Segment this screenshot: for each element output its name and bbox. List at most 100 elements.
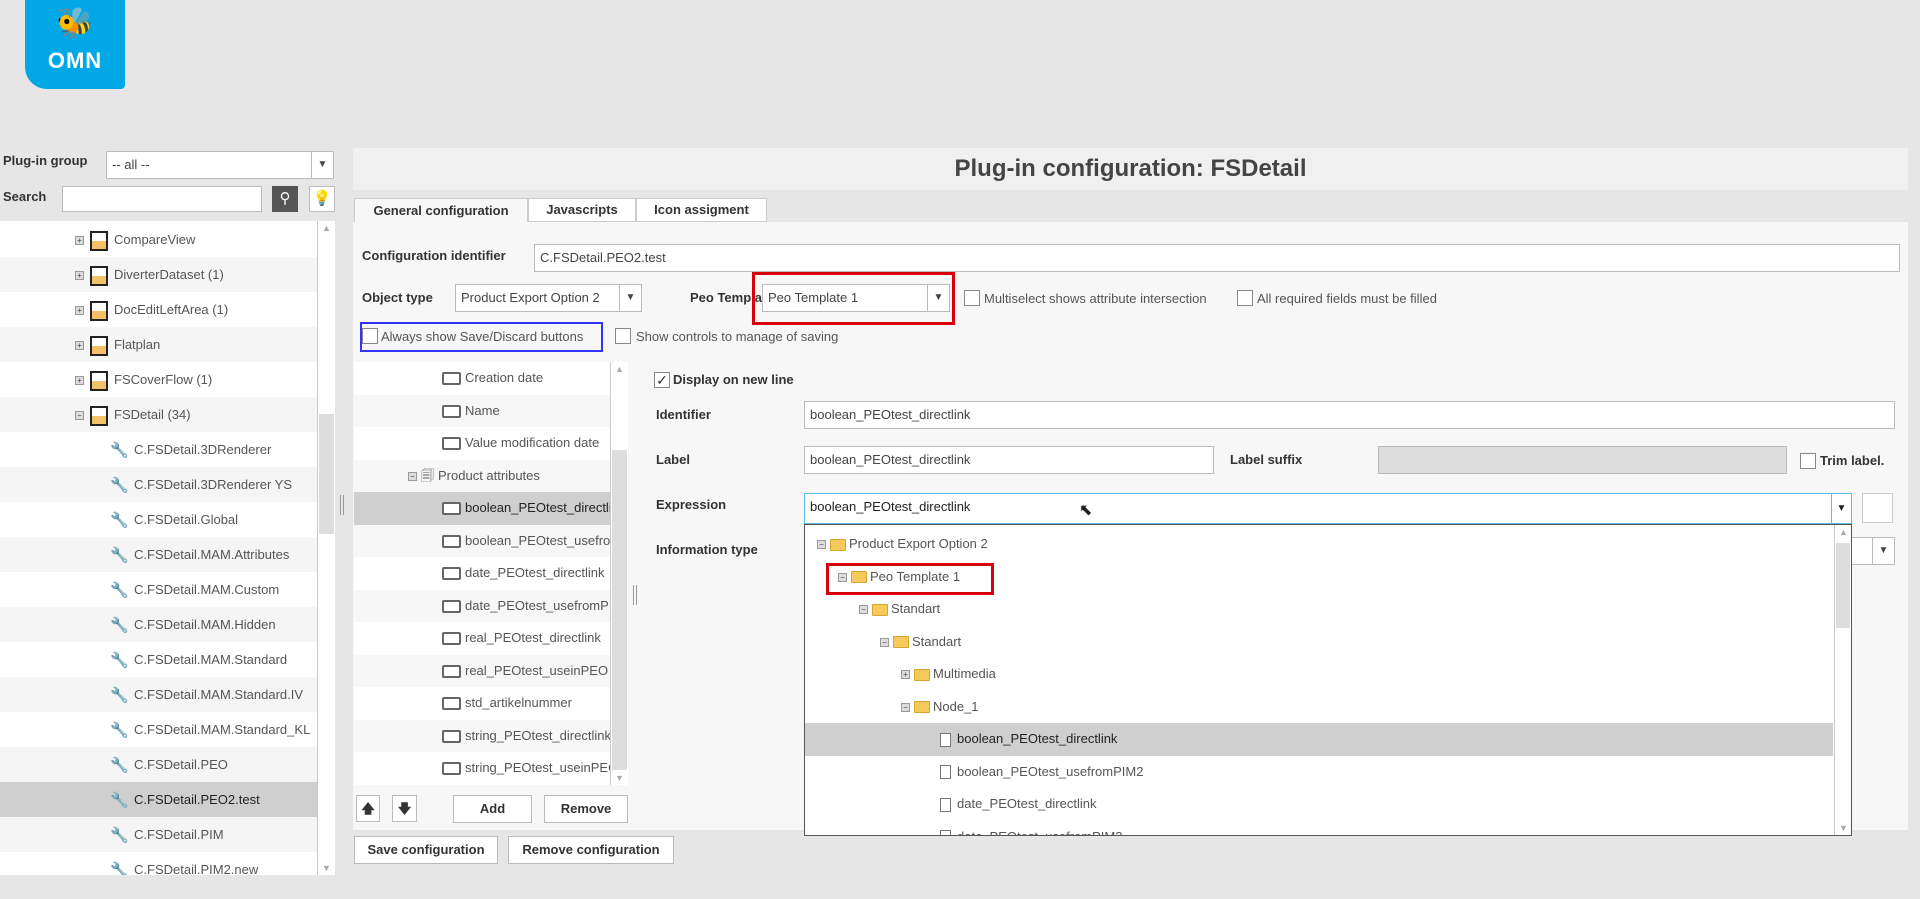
attribute-item[interactable]: string_PEOtest_useinPEO xyxy=(354,752,610,785)
plugin-tree-scrollbar[interactable]: ▲ ▼ xyxy=(317,221,335,875)
label-input[interactable]: boolean_PEOtest_directlink xyxy=(804,446,1214,474)
plugin-tree-item[interactable]: 🔧 C.FSDetail.3DRenderer xyxy=(0,432,317,467)
expand-icon[interactable]: + xyxy=(75,271,84,281)
attribute-item[interactable]: string_PEOtest_directlink xyxy=(354,719,610,752)
attribute-item[interactable]: Value modification date xyxy=(354,427,610,460)
plugin-tree-item[interactable]: 🔧 C.FSDetail.MAM.Standard.IV xyxy=(0,677,317,712)
search-input[interactable] xyxy=(62,186,262,212)
plugin-tree-item[interactable]: + CompareView xyxy=(0,222,317,257)
plugin-tree-item[interactable]: + DocEditLeftArea (1) xyxy=(0,292,317,327)
attribute-item[interactable]: boolean_PEOtest_directlink xyxy=(354,492,610,525)
plugin-tree-item[interactable]: + Flatplan xyxy=(0,327,317,362)
expression-tree-item[interactable]: date_PEOtest_directlink xyxy=(805,788,1833,821)
plugin-tree-item[interactable]: + FSCoverFlow (1) xyxy=(0,362,317,397)
multiselect-checkbox[interactable] xyxy=(964,290,980,306)
display-new-line-checkbox[interactable]: ✓ xyxy=(654,372,670,388)
expand-icon[interactable]: + xyxy=(75,341,84,351)
field-icon xyxy=(442,437,461,451)
plugin-group-label: Plug-in group xyxy=(3,153,88,168)
collapse-icon[interactable]: − xyxy=(880,637,889,647)
config-identifier-input[interactable]: C.FSDetail.PEO2.test xyxy=(534,244,1900,272)
plugin-tree-item[interactable]: − FSDetail (34) xyxy=(0,397,317,432)
identifier-input[interactable]: boolean_PEOtest_directlink xyxy=(804,401,1895,429)
peo-template-select[interactable]: Peo Template 1 ▼ xyxy=(762,284,950,312)
collapse-icon[interactable]: − xyxy=(817,540,826,550)
remove-configuration-button[interactable]: Remove configuration xyxy=(508,836,674,864)
attribute-item[interactable]: boolean_PEOtest_usefromPIM2 xyxy=(354,524,610,557)
always-show-label: Always show Save/Discard buttons xyxy=(381,329,584,344)
object-type-select[interactable]: Product Export Option 2 ▼ xyxy=(455,284,642,312)
save-configuration-button[interactable]: Save configuration xyxy=(354,836,498,864)
plugin-tree-item[interactable]: 🔧 C.FSDetail.PEO2.test xyxy=(0,782,317,817)
plugin-tree-item[interactable]: 🔧 C.FSDetail.3DRenderer YS xyxy=(0,467,317,502)
folder-icon xyxy=(893,636,909,649)
collapse-icon[interactable]: − xyxy=(408,471,417,481)
collapse-icon[interactable]: − xyxy=(901,702,910,712)
expression-tree-item[interactable]: − Node_1 xyxy=(805,691,1833,724)
information-type-select[interactable]: ▼ xyxy=(1850,537,1895,565)
plugin-tree-item[interactable]: + DiverterDataset (1) xyxy=(0,257,317,292)
config-identifier-label: Configuration identifier xyxy=(362,248,506,263)
plugin-tree-item[interactable]: 🔧 C.FSDetail.PIM xyxy=(0,817,317,852)
expression-tree-item[interactable]: + Multimedia xyxy=(805,658,1833,691)
wrench-icon: 🔧 xyxy=(110,862,129,875)
tab-general-configuration[interactable]: General configuration xyxy=(354,198,528,223)
plugin-tree-label: C.FSDetail.MAM.Hidden xyxy=(134,617,276,632)
move-down-button[interactable]: 🡇 xyxy=(392,795,417,822)
plugin-tree-item[interactable]: 🔧 C.FSDetail.MAM.Standard xyxy=(0,642,317,677)
arrow-up-icon: 🡅 xyxy=(361,801,375,816)
attribute-list-scrollbar[interactable]: ▲ ▼ xyxy=(610,362,628,785)
attribute-item[interactable]: real_PEOtest_useinPEO xyxy=(354,654,610,687)
sidebar-splitter[interactable] xyxy=(340,495,344,515)
plugin-tree-item[interactable]: 🔧 C.FSDetail.MAM.Custom xyxy=(0,572,317,607)
plugin-tree-item[interactable]: 🔧 C.FSDetail.MAM.Attributes xyxy=(0,537,317,572)
expression-tree-item[interactable]: date_PEOtest_usefromPIM2 xyxy=(805,821,1833,835)
attribute-item[interactable]: Creation date xyxy=(354,362,610,395)
move-up-button[interactable]: 🡅 xyxy=(356,795,380,822)
attribute-splitter[interactable] xyxy=(633,585,637,605)
plugin-group-select[interactable]: -- all -- ▼ xyxy=(106,151,334,179)
attribute-item[interactable]: real_PEOtest_directlink xyxy=(354,622,610,655)
always-show-checkbox[interactable] xyxy=(362,328,378,344)
required-fields-checkbox[interactable] xyxy=(1237,290,1253,306)
field-icon xyxy=(442,502,461,516)
add-button[interactable]: Add xyxy=(453,795,532,823)
expression-tree-item[interactable]: boolean_PEOtest_usefromPIM2 xyxy=(805,756,1833,789)
expression-input[interactable]: boolean_PEOtest_directlink ▼ xyxy=(804,493,1852,524)
tab-icon-assigment[interactable]: Icon assigment xyxy=(636,198,767,222)
plugin-tree-label: DocEditLeftArea (1) xyxy=(114,302,229,317)
expand-icon[interactable]: + xyxy=(75,306,84,316)
plugin-tree-label: FSDetail (34) xyxy=(114,407,191,422)
plugin-tree-item[interactable]: 🔧 C.FSDetail.PEO xyxy=(0,747,317,782)
expression-extra-button[interactable] xyxy=(1862,493,1893,523)
expression-dropdown-scrollbar[interactable]: ▲ ▼ xyxy=(1834,525,1851,835)
plugin-tree-item[interactable]: 🔧 C.FSDetail.PIM2.new xyxy=(0,852,317,875)
chevron-down-icon[interactable]: ▼ xyxy=(1831,494,1851,523)
tab-javascripts[interactable]: Javascripts xyxy=(528,198,636,222)
plugin-tree-item[interactable]: 🔧 C.FSDetail.MAM.Standard_KL xyxy=(0,712,317,747)
expression-tree-item[interactable]: − Standart xyxy=(805,626,1833,659)
expand-icon[interactable]: + xyxy=(75,376,84,386)
attribute-item[interactable]: std_artikelnummer xyxy=(354,687,610,720)
hint-button[interactable]: 💡 xyxy=(309,186,335,212)
show-controls-checkbox[interactable] xyxy=(615,328,631,344)
attribute-item[interactable]: Name xyxy=(354,394,610,427)
attribute-item[interactable]: − 🗐 Product attributes xyxy=(354,459,610,492)
collapse-icon[interactable]: − xyxy=(75,411,84,421)
plugin-tree-label: C.FSDetail.MAM.Standard_KL xyxy=(134,722,311,737)
search-icon: ⚲ xyxy=(279,190,291,207)
expression-tree-item[interactable]: − Standart xyxy=(805,593,1833,626)
expression-tree-item[interactable]: − Product Export Option 2 xyxy=(805,528,1833,561)
trim-label-checkbox[interactable] xyxy=(1800,453,1816,469)
collapse-icon[interactable]: − xyxy=(859,605,868,615)
attribute-item[interactable]: date_PEOtest_usefromPIM2 xyxy=(354,589,610,622)
attribute-label: Creation date xyxy=(465,370,544,385)
remove-button[interactable]: Remove xyxy=(544,795,628,823)
expression-tree-item[interactable]: boolean_PEOtest_directlink xyxy=(805,723,1833,756)
expand-icon[interactable]: + xyxy=(901,670,910,680)
plugin-tree-item[interactable]: 🔧 C.FSDetail.MAM.Hidden xyxy=(0,607,317,642)
plugin-tree-item[interactable]: 🔧 C.FSDetail.Global xyxy=(0,502,317,537)
expand-icon[interactable]: + xyxy=(75,236,84,246)
attribute-item[interactable]: date_PEOtest_directlink xyxy=(354,557,610,590)
search-button[interactable]: ⚲ xyxy=(272,186,298,212)
